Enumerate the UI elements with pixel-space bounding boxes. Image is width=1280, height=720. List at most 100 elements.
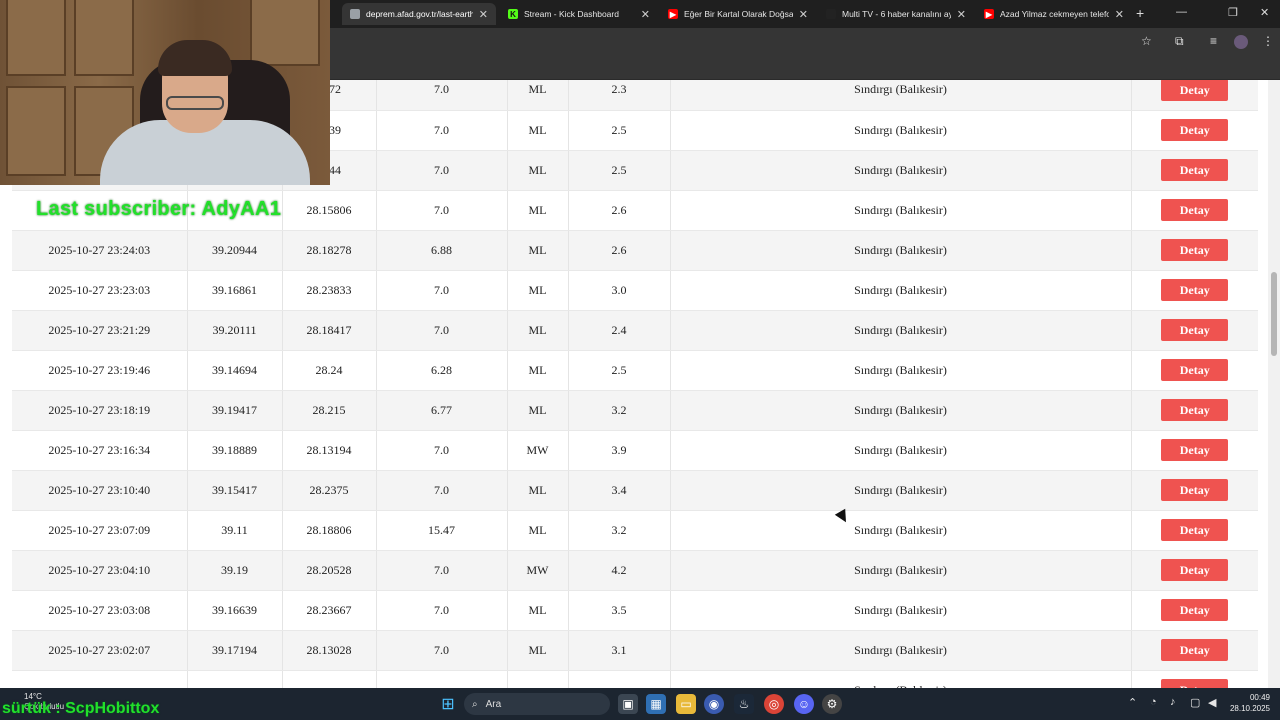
close-icon[interactable]: ✕ [799,8,808,21]
youtube-icon: ▶ [668,9,678,19]
action-cell: Detay [1131,230,1258,271]
table-row: 2025-10-27 23:23:03 39.16861 28.23833 7.0 ML… [12,270,1258,311]
date-cell: 2025-10-27 23:16:34 [12,430,188,471]
person-glasses [166,96,224,110]
table-row: 2025-10-27 23:16:34 39.18889 28.13194 7.0 MW… [12,430,1258,471]
detay-button[interactable]: Detay [1161,80,1229,101]
location-cell: Sındırgı (Balıkesir) [670,390,1132,431]
action-cell: Detay [1131,270,1258,311]
profile-icon[interactable] [1234,35,1248,49]
network-icon[interactable]: ◔ [1150,696,1157,708]
tv-icon [826,9,836,19]
magnitude-type-cell: ML [507,230,569,271]
scrollbar[interactable] [1268,80,1280,688]
media-icon[interactable]: ≡ [1210,34,1217,48]
taskbar-search[interactable]: ⌕ Ara [464,693,610,715]
date-cell: 2025-10-27 23:10:40 [12,470,188,511]
date-cell: 2025-10-27 23:24:03 [12,230,188,271]
tab-multi-tv[interactable]: Multi TV - 6 haber kanalını aynı ✕ [818,3,974,25]
tab-title: deprem.afad.gov.tr/last-earthq [366,9,473,19]
close-icon[interactable]: ✕ [479,8,488,21]
scrollbar-thumb[interactable] [1271,272,1277,356]
volume-icon[interactable]: ◀ [1208,696,1216,709]
page-icon [350,9,360,19]
menu-icon[interactable]: ⋮ [1262,34,1274,48]
detay-button[interactable]: Detay [1161,439,1229,461]
detay-button[interactable]: Detay [1161,479,1229,501]
file-explorer-icon[interactable]: ▭ [676,694,696,714]
action-cell: Detay [1131,430,1258,471]
action-cell: Detay [1131,80,1258,111]
depth-cell: 7.0 [376,630,508,671]
close-icon[interactable]: ✕ [1115,8,1124,21]
location-cell: Sındırgı (Balıkesir) [670,80,1132,111]
extensions-icon[interactable]: ⧉ [1175,34,1184,49]
detay-button[interactable]: Detay [1161,319,1229,341]
magnitude-type-cell: MW [507,430,569,471]
longitude-cell: 28.18806 [282,510,377,551]
magnitude-type-cell: MW [507,550,569,591]
app-icon[interactable]: ⚙ [822,694,842,714]
magnitude-cell: 3.4 [568,470,671,511]
longitude-cell: 28.18278 [282,230,377,271]
location-cell: Sındırgı (Balıkesir) [670,430,1132,471]
system-clock[interactable]: 00:49 28.10.2025 [1222,692,1270,714]
tab-youtube-kartal[interactable]: ▶ Eğer Bir Kartal Olarak Doğsaydı ✕ [660,3,816,25]
chevron-up-icon[interactable]: ⌃ [1128,696,1137,709]
detay-button[interactable]: Detay [1161,359,1229,381]
magnitude-cell: 3.0 [568,270,671,311]
detay-button[interactable]: Detay [1161,119,1229,141]
discord-icon[interactable]: ☺ [794,694,814,714]
table-row: 2025-10-27 23:19:46 39.14694 28.24 6.28 ML 2.… [12,350,1258,391]
close-window-button[interactable]: ✕ [1260,6,1269,19]
detay-button[interactable]: Detay [1161,399,1229,421]
depth-cell: 7.0 [376,110,508,151]
star-icon[interactable]: ☆ [1141,34,1152,48]
longitude-cell: 28.24 [282,350,377,391]
tab-afad[interactable]: deprem.afad.gov.tr/last-earthq ✕ [342,3,496,25]
detay-button[interactable]: Detay [1161,159,1229,181]
new-tab-button[interactable]: + [1136,5,1144,21]
detay-button[interactable]: Detay [1161,279,1229,301]
display-icon[interactable]: ▢ [1190,696,1200,709]
longitude-cell: 28.23833 [282,270,377,311]
tab-youtube-azad[interactable]: ▶ Azad Yilmaz cekmeyen telefon ✕ [976,3,1132,25]
app-icon[interactable]: ◉ [704,694,724,714]
detay-button[interactable]: Detay [1161,559,1229,581]
date-cell: 2025-10-27 23:19:46 [12,350,188,391]
steam-icon[interactable]: ♨ [734,694,754,714]
latitude-cell: 39.16861 [187,270,283,311]
magnitude-type-cell: ML [507,150,569,191]
minimize-button[interactable]: — [1176,6,1187,18]
cabinet-panel [6,0,66,76]
windows-start-icon[interactable]: ⊞ [438,694,458,714]
location-cell: Sındırgı (Balıkesir) [670,510,1132,551]
calculator-icon[interactable]: ▦ [646,694,666,714]
detay-button[interactable]: Detay [1161,639,1229,661]
magnitude-cell: 4.2 [568,550,671,591]
youtube-icon: ▶ [984,9,994,19]
task-view-icon[interactable]: ▣ [618,694,638,714]
detay-button[interactable]: Detay [1161,519,1229,541]
action-cell: Detay [1131,590,1258,631]
location-cell: Sındırgı (Balıkesir) [670,630,1132,671]
depth-cell: 7.0 [376,550,508,591]
chrome-icon[interactable]: ◎ [764,694,784,714]
action-cell: Detay [1131,510,1258,551]
detay-button[interactable]: Detay [1161,239,1229,261]
close-icon[interactable]: ✕ [957,8,966,21]
detay-button[interactable]: Detay [1161,679,1229,688]
detay-button[interactable]: Detay [1161,599,1229,621]
location-cell: Sındırgı (Balıkesir) [670,230,1132,271]
close-icon[interactable]: ✕ [641,8,650,21]
longitude-cell: 28.2375 [282,470,377,511]
magnitude-cell: 2.4 [568,310,671,351]
mic-icon[interactable]: ♪ [1170,696,1176,708]
depth-cell: 7.0 [376,150,508,191]
tab-kick-dashboard[interactable]: K Stream - Kick Dashboard ✕ [500,3,658,25]
maximize-button[interactable]: ❐ [1228,6,1238,19]
location-cell: Sındırgı (Balıkesir) [670,110,1132,151]
longitude-cell [282,670,377,688]
detay-button[interactable]: Detay [1161,199,1229,221]
magnitude-type-cell: ML [507,190,569,231]
